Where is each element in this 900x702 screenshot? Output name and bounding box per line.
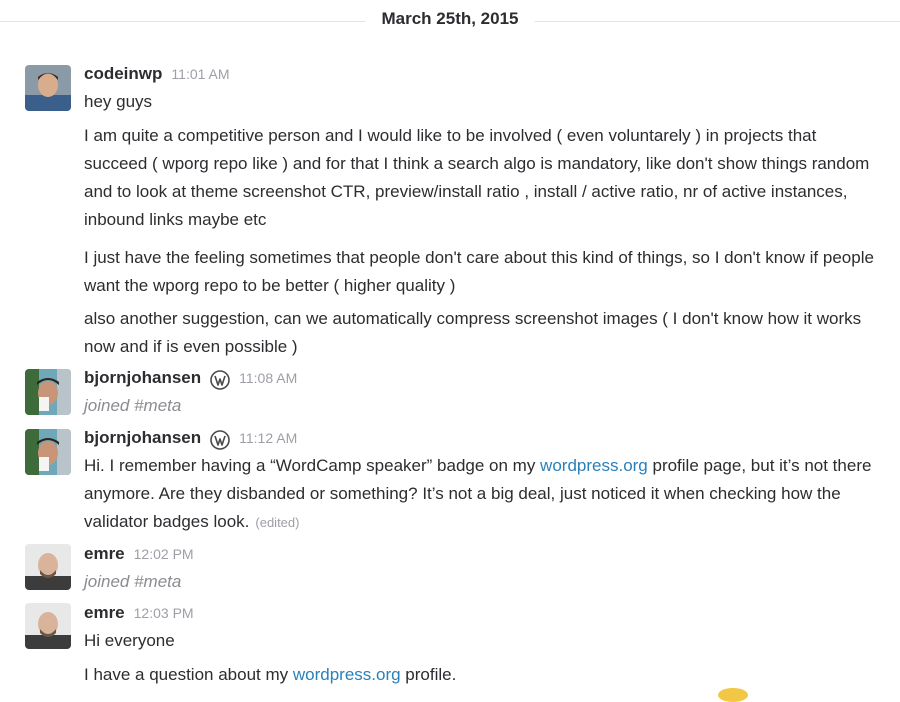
message-text: hey guys [84,92,153,111]
avatar[interactable] [25,369,71,415]
day-divider-label: March 25th, 2015 [365,9,535,29]
wordpress-logo-icon [210,430,230,450]
timestamp[interactable]: 11:01 AM [171,66,229,82]
join-notice: joined #meta [84,572,182,591]
message-text-segment: Hi. I remember having a “WordCamp speake… [84,456,541,475]
message-text: Hi. I remember having a “WordCamp speake… [84,452,874,537]
join-notice: joined #meta [84,396,182,415]
avatar[interactable] [25,603,71,649]
message-text: I just have the feeling sometimes that p… [84,248,874,295]
message-text: I am quite a competitive person and I wo… [84,126,870,229]
timestamp[interactable]: 12:02 PM [134,546,194,562]
wordpress-org-link[interactable]: wordpress.org [540,456,648,475]
wordpress-logo-icon [210,370,230,390]
username[interactable]: emre [84,544,125,564]
username[interactable]: bjornjohansen [84,368,201,388]
username[interactable]: emre [84,603,125,623]
message-text-segment: I have a question about my [84,665,293,684]
day-divider: March 25th, 2015 [0,0,900,42]
username[interactable]: bjornjohansen [84,428,201,448]
timestamp[interactable]: 11:08 AM [239,370,297,386]
avatar[interactable] [25,429,71,475]
avatar[interactable] [25,65,71,111]
reaction-emoji-icon[interactable] [718,688,748,702]
message-text: I have a question about my wordpress.org… [84,661,874,689]
username[interactable]: codeinwp [84,64,162,84]
message-text: Hi everyone [84,631,175,650]
edited-label: (edited) [255,515,300,530]
message-text: also another suggestion, can we automati… [84,309,862,356]
message-text-segment: profile. [400,665,457,684]
wordpress-org-link[interactable]: wordpress.org [293,665,401,684]
avatar[interactable] [25,544,71,590]
timestamp[interactable]: 12:03 PM [134,605,194,621]
timestamp[interactable]: 11:12 AM [239,430,297,446]
